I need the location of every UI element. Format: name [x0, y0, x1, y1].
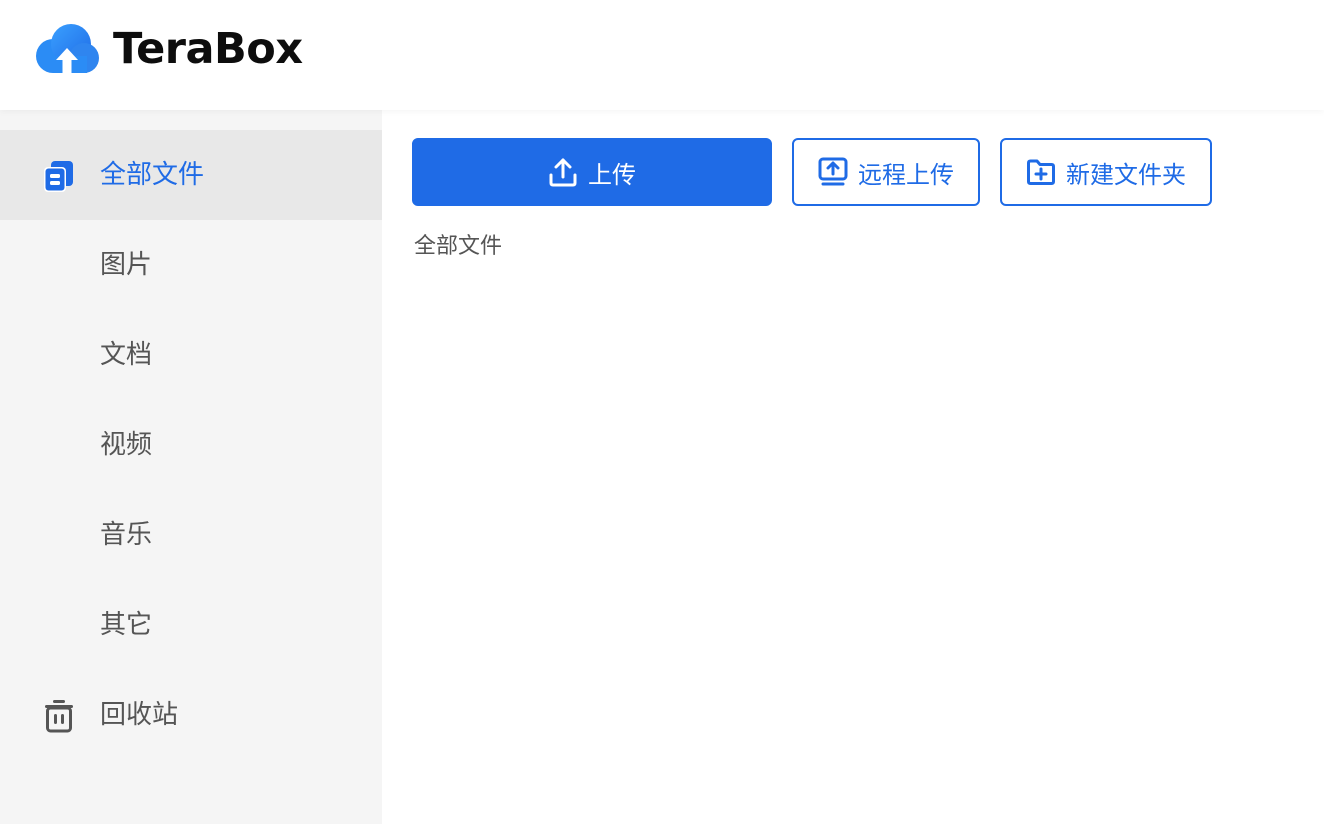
folder-plus-icon	[1027, 159, 1055, 185]
upload-button[interactable]: 上传	[412, 138, 772, 206]
sidebar-item-label: 图片	[100, 250, 153, 280]
files-stack-icon	[44, 161, 73, 192]
sidebar-item-label: 全部文件	[100, 160, 205, 190]
sidebar-item-documents[interactable]: 文档	[0, 310, 382, 400]
sidebar-item-videos[interactable]: 视频	[0, 400, 382, 490]
cloud-upload-logo-icon	[36, 24, 99, 73]
upload-icon	[549, 158, 577, 187]
sidebar-item-images[interactable]: 图片	[0, 220, 382, 310]
upload-button-label: 上传	[588, 160, 636, 189]
app-name: TeraBox	[113, 24, 303, 74]
new-folder-button-label: 新建文件夹	[1066, 160, 1186, 189]
sidebar: 全部文件 图片 文档 视频 音乐 其它 回收站	[0, 110, 382, 824]
remote-upload-button-label: 远程上传	[858, 160, 954, 189]
sidebar-item-recycle-bin[interactable]: 回收站	[0, 670, 382, 760]
trash-icon	[45, 700, 73, 733]
sidebar-item-label: 文档	[100, 340, 153, 370]
remote-upload-button[interactable]: 远程上传	[792, 138, 980, 206]
remote-upload-icon	[818, 157, 848, 186]
sidebar-item-label: 回收站	[100, 700, 179, 730]
sidebar-item-all-files[interactable]: 全部文件	[0, 130, 382, 220]
sidebar-item-label: 视频	[100, 430, 153, 460]
sidebar-item-label: 其它	[100, 610, 153, 640]
breadcrumb-current: 全部文件	[414, 234, 503, 259]
breadcrumb: 全部文件	[414, 232, 502, 262]
terabox-logo[interactable]: TeraBox	[33, 22, 303, 76]
sidebar-item-label: 音乐	[100, 520, 153, 550]
sidebar-item-music[interactable]: 音乐	[0, 490, 382, 580]
main-content: 上传 远程上传 新建文件夹 全部文件	[382, 110, 1324, 824]
new-folder-button[interactable]: 新建文件夹	[1000, 138, 1212, 206]
top-header: TeraBox	[0, 0, 1324, 110]
sidebar-item-other[interactable]: 其它	[0, 580, 382, 670]
